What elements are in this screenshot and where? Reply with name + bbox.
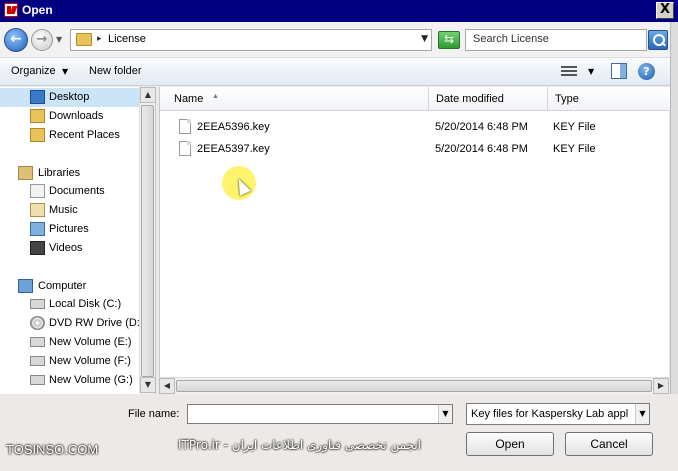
recent-places-icon [30,128,45,142]
close-button[interactable]: X [656,2,674,19]
folder-icon [76,33,92,46]
column-header-name[interactable]: Name ▲ [167,87,429,111]
file-name-dropdown-icon[interactable]: ▼ [438,405,452,423]
videos-icon [30,241,45,255]
scroll-down-icon[interactable]: ▼ [140,377,156,393]
search-input[interactable]: Search License [465,29,647,51]
file-row[interactable]: 2EEA5397.key 5/20/2014 6:48 PM KEY File [160,138,665,160]
view-dropdown-icon[interactable]: ▼ [588,67,594,76]
nav-item-videos[interactable]: Videos [0,239,140,258]
file-name: 2EEA5396.key [197,121,270,133]
drive-icon [30,356,45,366]
file-date: 5/20/2014 6:48 PM [435,143,528,155]
dvd-drive-icon [30,316,45,330]
downloads-folder-icon [30,109,45,123]
desktop-icon [30,90,45,104]
sort-ascending-icon: ▲ [212,93,219,100]
search-icon[interactable] [648,30,668,50]
documents-icon [30,184,45,198]
column-header-row: Name ▲ Date modified Type [160,87,670,111]
window-title: Open [22,3,53,17]
file-name-label: File name: [128,408,180,420]
help-icon[interactable]: ? [638,63,655,80]
horizontal-scroll-thumb[interactable] [176,380,652,392]
nav-item-dvd-drive-d[interactable]: DVD RW Drive (D:) [0,314,144,333]
recent-pages-chevron-icon[interactable]: ▼ [56,35,62,44]
drive-icon [30,375,45,385]
navigation-pane: Desktop Downloads Recent Places Librarie… [0,87,156,394]
nav-item-recent-places[interactable]: Recent Places [0,126,140,145]
path-separator-icon[interactable]: ▸ [97,34,102,44]
new-folder-button[interactable]: New folder [89,65,142,77]
nav-item-libraries[interactable]: Libraries [0,164,140,183]
column-header-date-modified[interactable]: Date modified [429,87,548,111]
nav-item-documents[interactable]: Documents [0,182,140,201]
file-name: 2EEA5397.key [197,143,270,155]
navigation-scrollbar[interactable]: ▲ ▼ [139,87,156,394]
file-list-pane: Name ▲ Date modified Type 2EEA5396.key 5… [159,87,670,394]
title-bar: Open X [0,0,678,22]
file-name-input[interactable] [187,404,453,424]
nav-item-volume-g[interactable]: New Volume (G:) [0,371,140,390]
open-button[interactable]: Open [466,432,554,456]
file-type: KEY File [553,121,596,133]
pictures-icon [30,222,45,236]
nav-item-volume-e[interactable]: New Volume (E:) [0,333,140,352]
scroll-right-icon[interactable]: ▶ [653,378,669,394]
address-bar: ← → ▼ ▸ License ▼ ⇆ Search License [0,22,678,58]
drive-icon [30,337,45,347]
dialog-footer: File name: ▼ Key files for Kaspersky Lab… [0,394,678,471]
file-type-filter-value: Key files for Kaspersky Lab appl [471,408,629,420]
file-row[interactable]: 2EEA5396.key 5/20/2014 6:48 PM KEY File [160,116,665,138]
column-header-type[interactable]: Type [548,87,670,111]
watermark-itpro: ITPro.ir - انجمن تخصصی فناوری اطلاعات ای… [178,438,421,452]
nav-item-computer[interactable]: Computer [0,277,140,296]
cancel-button[interactable]: Cancel [565,432,653,456]
scroll-up-icon[interactable]: ▲ [140,87,156,103]
filter-dropdown-icon[interactable]: ▼ [635,404,649,424]
preview-pane-icon[interactable] [611,63,627,79]
path-segment-license[interactable]: License [108,33,146,45]
file-type-filter-select[interactable]: Key files for Kaspersky Lab appl ▼ [466,403,650,425]
hard-disk-icon [30,299,45,309]
music-icon [30,203,45,217]
scroll-thumb[interactable] [141,105,154,377]
change-view-icon[interactable] [561,64,577,78]
nav-item-pictures[interactable]: Pictures [0,220,140,239]
search-placeholder: Search License [473,33,549,45]
horizontal-scrollbar[interactable]: ◀ ▶ [159,377,669,394]
nav-item-local-disk-c[interactable]: Local Disk (C:) [0,295,140,314]
address-path-box[interactable]: ▸ License ▼ [70,29,432,51]
watermark-tosinso: TOSINSO.COM [6,442,99,457]
forward-button[interactable]: → [31,29,53,51]
file-type: KEY File [553,143,596,155]
kaspersky-app-icon [4,3,18,17]
address-dropdown-icon[interactable]: ▼ [421,34,428,44]
command-toolbar: Organize ▼ New folder ▼ ? [0,58,678,86]
nav-item-music[interactable]: Music [0,201,140,220]
back-button[interactable]: ← [4,28,28,52]
file-date: 5/20/2014 6:48 PM [435,121,528,133]
computer-icon [18,279,33,293]
nav-item-downloads[interactable]: Downloads [0,107,140,126]
key-file-icon [179,119,191,134]
scroll-left-icon[interactable]: ◀ [159,378,175,394]
organize-button[interactable]: Organize [11,65,56,77]
key-file-icon [179,141,191,156]
nav-item-desktop[interactable]: Desktop [0,88,140,107]
libraries-icon [18,166,33,180]
nav-item-volume-f[interactable]: New Volume (F:) [0,352,140,371]
refresh-button[interactable]: ⇆ [438,31,460,49]
organize-dropdown-icon[interactable]: ▼ [62,67,68,76]
